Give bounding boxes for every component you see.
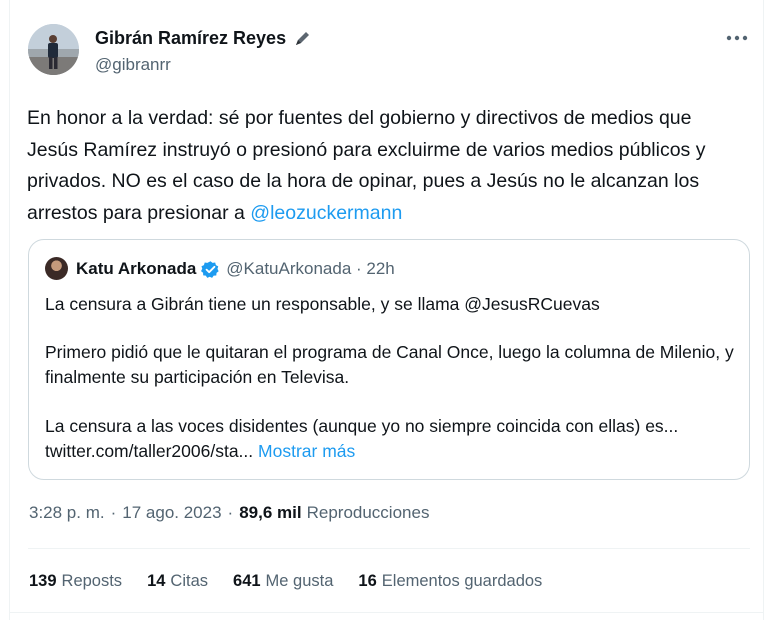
quote-paragraph-2: Primero pidió que le quitaran el program…: [45, 342, 734, 387]
views-label: Reproducciones: [306, 503, 430, 522]
quote-author-name[interactable]: Katu Arkonada: [76, 259, 196, 279]
stat-count: 16: [358, 572, 377, 590]
views-count: 89,6 mil: [239, 503, 302, 522]
show-more-link[interactable]: Mostrar más: [258, 441, 355, 461]
tweet-time[interactable]: 3:28 p. m.: [29, 503, 105, 523]
quote-author-avatar[interactable]: [45, 257, 68, 280]
divider: [28, 548, 750, 549]
mention-link[interactable]: @leozuckermann: [250, 202, 402, 224]
quote-paragraph-3: La censura a las voces disidentes (aunqu…: [45, 414, 735, 463]
quote-header: Katu Arkonada @KatuArkonada · 22h: [76, 257, 395, 281]
author-name-row: Gibrán Ramírez Reyes: [95, 28, 312, 49]
tweet-meta: 3:28 p. m. · 17 ago. 2023 · 89,6 mil Rep…: [29, 503, 429, 523]
meta-separator: ·: [227, 503, 234, 522]
tweet-date[interactable]: 17 ago. 2023: [122, 503, 221, 523]
stat-label: Reposts: [61, 572, 123, 590]
stat-likes[interactable]: 641 Me gusta: [233, 572, 333, 591]
stat-bookmarks[interactable]: 16 Elementos guardados: [358, 572, 542, 591]
author-name[interactable]: Gibrán Ramírez Reyes: [95, 28, 286, 49]
more-horizontal-icon[interactable]: [722, 26, 752, 50]
author-avatar[interactable]: [28, 24, 79, 75]
tweet-text: En honor a la verdad: sé por fuentes del…: [27, 103, 747, 229]
engagement-stats: 139 Reposts 14 Citas 641 Me gusta 16 Ele…: [29, 572, 567, 591]
stat-quotes[interactable]: 14 Citas: [147, 572, 208, 591]
pen-icon: [292, 29, 312, 49]
stat-reposts[interactable]: 139 Reposts: [29, 572, 122, 591]
stat-count: 641: [233, 572, 261, 590]
quoted-tweet[interactable]: Katu Arkonada @KatuArkonada · 22h La cen…: [28, 239, 750, 480]
verified-badge-icon: [201, 260, 220, 279]
quote-paragraph-1: La censura a Gibrán tiene un responsable…: [45, 294, 600, 314]
author-handle[interactable]: @gibranrr: [95, 55, 171, 75]
stat-count: 14: [147, 572, 166, 590]
meta-separator: ·: [110, 503, 117, 522]
bottom-divider: [9, 612, 764, 613]
stat-label: Citas: [170, 572, 209, 590]
quote-paragraph-3-text: La censura a las voces disidentes (aunqu…: [45, 416, 679, 461]
stat-label: Me gusta: [265, 572, 334, 590]
stat-count: 139: [29, 572, 57, 590]
stat-label: Elementos guardados: [381, 572, 543, 590]
quote-author-handle-time: @KatuArkonada · 22h: [226, 259, 395, 278]
